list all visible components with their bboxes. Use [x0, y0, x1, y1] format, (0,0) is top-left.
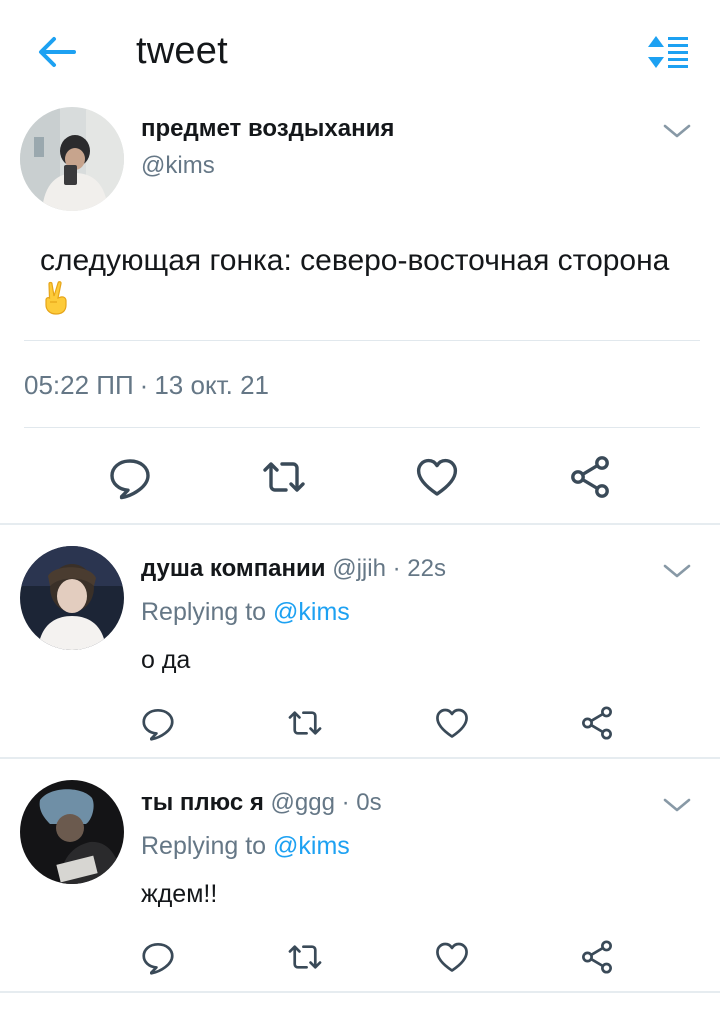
sort-list-icon: [648, 36, 688, 68]
reply-text: ждем!!: [141, 880, 218, 908]
share-icon[interactable]: [566, 453, 614, 501]
tweet-date: 13 окт. 21: [154, 370, 270, 400]
retweet-icon[interactable]: [286, 938, 324, 976]
display-name[interactable]: предмет воздыхания: [141, 115, 394, 143]
divider: [24, 427, 700, 428]
reply-avatar[interactable]: [20, 546, 124, 650]
avatar-photo: [20, 107, 124, 211]
retweet-icon[interactable]: [286, 704, 324, 742]
reply-header: душа компании @jjih · 22s: [141, 555, 446, 583]
like-icon[interactable]: [433, 704, 471, 742]
reply-age: · 0s: [341, 789, 382, 816]
retweet-icon[interactable]: [260, 453, 308, 501]
display-name[interactable]: душа компании: [141, 555, 326, 582]
replying-to-label: Replying to: [141, 598, 267, 626]
section-divider: [0, 523, 720, 525]
reply-avatar[interactable]: [20, 780, 124, 884]
reply-header: ты плюс я @ggg · 0s: [141, 789, 382, 817]
reply-icon[interactable]: [106, 453, 154, 501]
chevron-down-icon[interactable]: [662, 796, 692, 816]
replying-to: Replying to @kims: [141, 598, 350, 627]
divider: [24, 340, 700, 341]
share-icon[interactable]: [578, 704, 616, 742]
chevron-down-icon[interactable]: [662, 562, 692, 582]
handle[interactable]: @kims: [141, 152, 215, 180]
reply-text: о да: [141, 646, 191, 674]
avatar[interactable]: [20, 107, 124, 211]
tweet-text-content: следующая гонка: северо-восточная сторон…: [40, 244, 670, 277]
chevron-down-icon[interactable]: [662, 122, 692, 142]
handle[interactable]: @ggg: [271, 789, 335, 816]
reply-age: · 22s: [392, 555, 446, 582]
replying-to: Replying to @kims: [141, 832, 350, 861]
tweet-timestamp: 05:22 ПП · 13 окт. 21: [24, 370, 269, 401]
tweet-text: следующая гонка: северо-восточная сторон…: [40, 241, 680, 320]
share-icon[interactable]: [578, 938, 616, 976]
section-divider: [0, 757, 720, 759]
replying-to-label: Replying to: [141, 832, 267, 860]
mention-link[interactable]: @kims: [273, 832, 350, 860]
like-icon[interactable]: [433, 938, 471, 976]
arrow-left-icon: [39, 37, 76, 67]
reply-icon[interactable]: [139, 938, 177, 976]
section-divider: [0, 991, 720, 993]
tweet-time: 05:22 ПП: [24, 370, 134, 400]
display-name[interactable]: ты плюс я: [141, 789, 264, 816]
sort-button[interactable]: [644, 34, 690, 70]
handle[interactable]: @jjih: [332, 555, 386, 582]
separator: ·: [139, 370, 149, 400]
like-icon[interactable]: [413, 453, 461, 501]
avatar-photo: [20, 546, 124, 650]
reply-icon[interactable]: [139, 704, 177, 742]
page-title: tweet: [136, 30, 228, 72]
avatar-photo: [20, 780, 124, 884]
back-button[interactable]: [34, 32, 78, 72]
top-bar: tweet: [0, 0, 720, 100]
mention-link[interactable]: @kims: [273, 598, 350, 626]
victory-hand-emoji: [45, 281, 67, 315]
